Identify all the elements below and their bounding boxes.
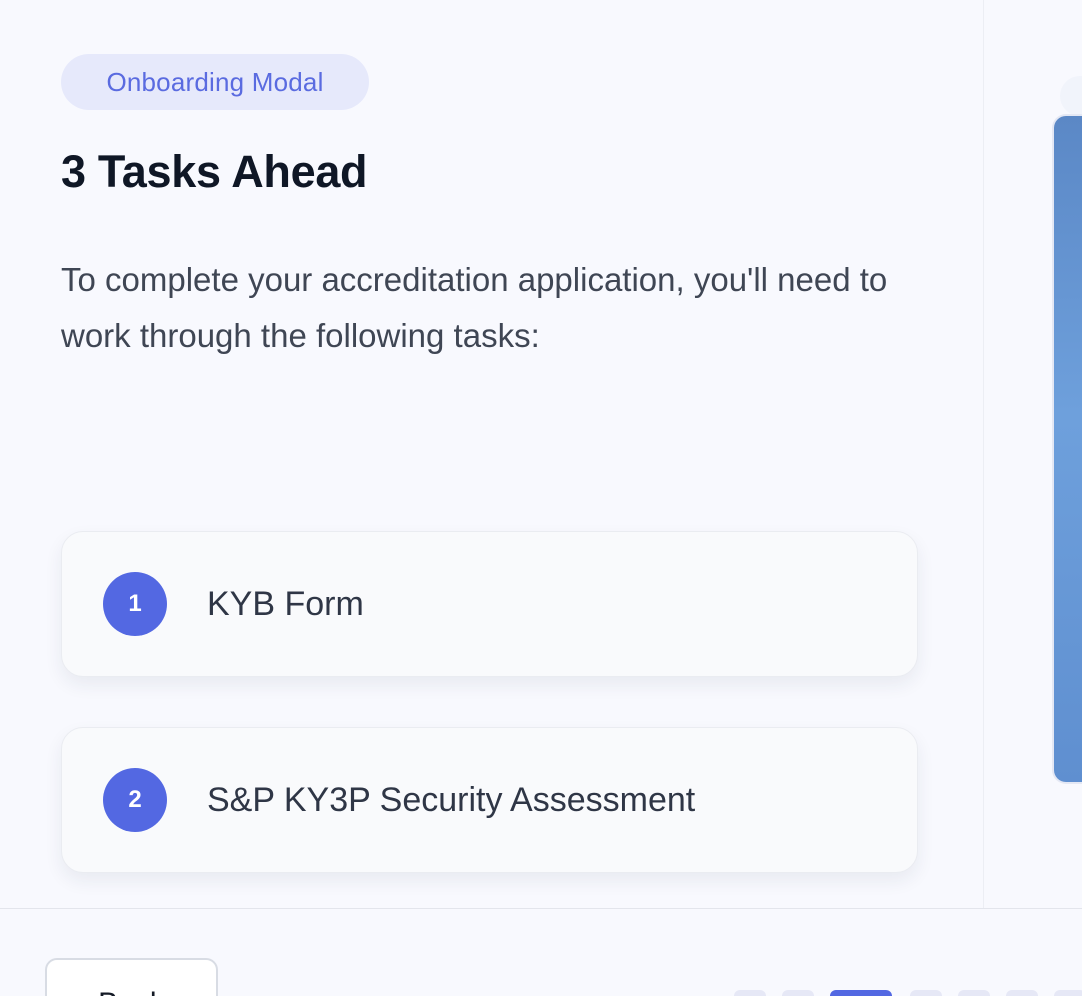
modal-title: 3 Tasks Ahead (61, 146, 368, 197)
step-dot-active (830, 990, 892, 996)
modal-intro-text: To complete your accreditation applicati… (61, 261, 888, 354)
task-card-kyb-form: 1 KYB Form (61, 531, 918, 677)
task-card-security-assessment: 2 S&P KY3P Security Assessment (61, 727, 918, 873)
task-number-badge: 2 (103, 768, 167, 832)
task-label: KYB Form (207, 585, 364, 623)
modal-tag: Onboarding Modal (61, 54, 369, 110)
footer-divider (0, 908, 1082, 909)
step-dot (782, 990, 814, 996)
step-dot (1006, 990, 1038, 996)
step-dot (910, 990, 942, 996)
task-label: S&P KY3P Security Assessment (207, 781, 696, 819)
modal-content: Onboarding Modal 3 Tasks Ahead To comple… (0, 0, 984, 908)
back-button[interactable]: Back (45, 958, 218, 996)
preview-decoration (1060, 76, 1082, 116)
step-dot (958, 990, 990, 996)
onboarding-modal: Onboarding Modal 3 Tasks Ahead To comple… (0, 0, 1082, 996)
step-dot (1054, 990, 1082, 996)
preview-image-panel (1052, 114, 1082, 784)
task-number-badge: 1 (103, 572, 167, 636)
content-divider (983, 0, 984, 908)
step-dot (734, 990, 766, 996)
